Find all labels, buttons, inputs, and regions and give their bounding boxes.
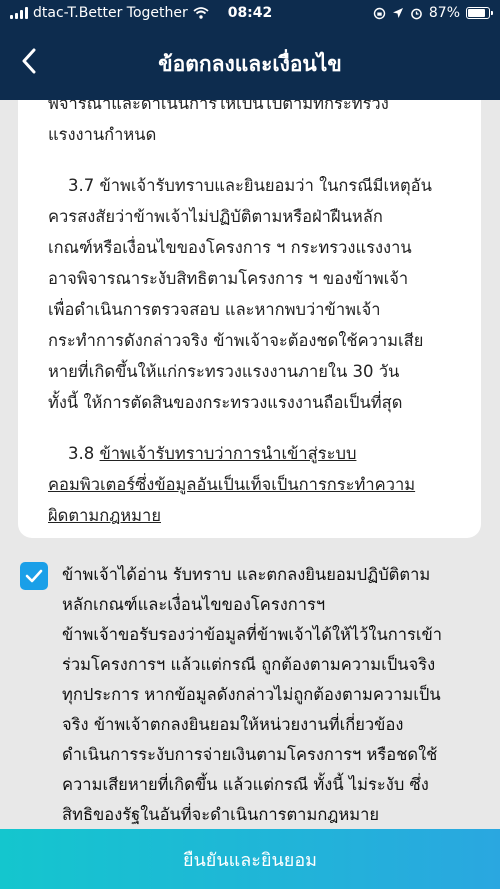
checkmark-icon xyxy=(25,569,43,583)
agreement-line: ทุกประการ หากข้อมูลดังกล่าวไม่ถูกต้องตาม… xyxy=(62,685,441,704)
agree-checkbox[interactable] xyxy=(20,562,48,590)
agreement-line: ข้าพเจ้าได้อ่าน รับทราบ และตกลงยินยอมปฏิ… xyxy=(62,565,431,584)
page-title: ข้อตกลงและเงื่อนไข xyxy=(158,52,342,76)
terms-line: หายที่เกิดขึ้นให้แก่กระทรวงแรงงานภายใน 3… xyxy=(48,362,400,381)
agreement-line: ความเสียหายที่เกิดขึ้น แล้วแต่กรณี ทั้งน… xyxy=(62,775,429,794)
terms-line: เพื่อดำเนินการตรวจสอบ และหากพบว่าข้าพเจ้… xyxy=(48,300,381,319)
status-right: 87% xyxy=(373,5,493,21)
agreement-section: ข้าพเจ้าได้อ่าน รับทราบ และตกลงยินยอมปฏิ… xyxy=(0,560,500,830)
terms-line: ควรสงสัยว่าข้าพเจ้าไม่ปฏิบัติตามหรือฝ่าฝ… xyxy=(48,207,383,226)
agreement-line: ดำเนินการระงับการจ่ายเงินตามโครงการฯ หรื… xyxy=(62,745,438,764)
terms-line: คอมพิวเตอร์ซึ่งข้อมูลอันเป็นเท็จเป็นการก… xyxy=(48,475,416,494)
agreement-line: หลักเกณฑ์และเงื่อนไขของโครงการฯ xyxy=(62,595,326,614)
terms-line: อาจพิจารณาระงับสิทธิตามโครงการ ฯ ของข้าพ… xyxy=(48,269,409,288)
back-button[interactable] xyxy=(14,46,44,76)
terms-line-underlined: ข้าพเจ้ารับทราบว่าการนำเข้าสู่ระบบ xyxy=(99,444,357,463)
clause-number: 3.8 xyxy=(68,444,100,463)
agreement-line: สิทธิของรัฐในอันที่จะดำเนินการตามกฎหมาย xyxy=(62,805,380,824)
agreement-line: ร่วมโครงการฯ แล้วแต่กรณี ถูกต้องตามความเ… xyxy=(62,655,436,674)
confirm-button[interactable]: ยืนยันและยินยอม xyxy=(0,829,500,889)
chevron-left-icon xyxy=(22,48,36,74)
terms-line: ผิดตามกฎหมาย xyxy=(48,506,161,525)
battery-level xyxy=(468,9,486,17)
terms-line: 3.7 ข้าพเจ้ารับทราบและยินยอมว่า ในกรณีมี… xyxy=(68,176,432,195)
clause-3-7: 3.7 ข้าพเจ้ารับทราบและยินยอมว่า ในกรณีมี… xyxy=(48,170,468,418)
terms-line: ทั้งนี้ ให้การตัดสินของกระทรวงแรงงานถือเ… xyxy=(48,393,403,412)
location-icon xyxy=(392,8,403,18)
terms-content: พิจารณาและดำเนินการให้เป็นไปตามที่กระทรว… xyxy=(48,100,468,538)
agreement-text: ข้าพเจ้าได้อ่าน รับทราบ และตกลงยินยอมปฏิ… xyxy=(62,560,490,830)
terms-line: เกณฑ์หรือเงื่อนไขของโครงการ ฯ กระทรวงแรง… xyxy=(48,238,412,257)
agreement-line: จริง ข้าพเจ้าตกลงยินยอมให้หน่วยงานที่เกี… xyxy=(62,715,404,734)
app-header: dtac-T.Better Together 08:42 87% ข้อตกลง… xyxy=(0,0,500,100)
terms-line: แรงงานกำหนด xyxy=(48,125,157,144)
terms-line: กระทำการดังกล่าวจริง ข้าพเจ้าจะต้องชดใช้… xyxy=(48,331,424,350)
battery-icon xyxy=(466,7,493,19)
status-bar: dtac-T.Better Together 08:42 87% xyxy=(0,0,500,26)
clause-3-6-end: พิจารณาและดำเนินการให้เป็นไปตามที่กระทรว… xyxy=(48,100,468,150)
terms-line: 3.8 ข้าพเจ้ารับทราบว่าการนำเข้าสู่ระบบ xyxy=(48,444,356,463)
agreement-line: ข้าพเจ้าขอรับรองว่าข้อมูลที่ข้าพเจ้าได้ใ… xyxy=(62,625,443,644)
clause-3-8: 3.8 ข้าพเจ้ารับทราบว่าการนำเข้าสู่ระบบ ค… xyxy=(48,438,468,531)
screen-lock-icon xyxy=(373,7,386,19)
terms-card[interactable]: พิจารณาและดำเนินการให้เป็นไปตามที่กระทรว… xyxy=(18,100,481,538)
alarm-icon xyxy=(411,8,422,19)
battery-percent: 87% xyxy=(428,5,460,21)
clipped-line: พิจารณาและดำเนินการให้เป็นไปตามที่กระทรว… xyxy=(48,100,389,113)
